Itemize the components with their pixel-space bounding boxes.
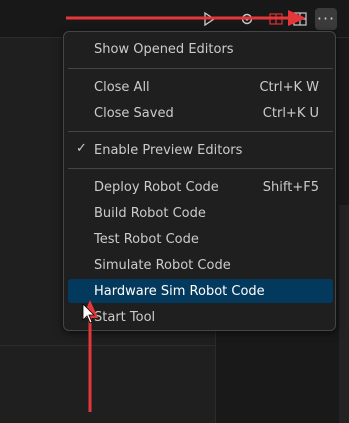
menu-item-label: Show Opened Editors — [94, 41, 234, 57]
scrollbar[interactable] — [339, 205, 349, 423]
menu-item-label: Close Saved — [94, 105, 174, 121]
more-actions-icon[interactable]: ··· — [315, 8, 337, 30]
menu-item-label: Hardware Sim Robot Code — [94, 283, 265, 299]
menu-separator — [68, 131, 333, 132]
menu-item-shortcut: Shift+F5 — [262, 179, 319, 195]
menu-item-close-all[interactable]: Close All Ctrl+K W — [68, 75, 333, 99]
menu-item-label: Test Robot Code — [94, 231, 199, 247]
settings-gear-icon[interactable] — [237, 9, 257, 29]
menu-item-close-saved[interactable]: Close Saved Ctrl+K U — [68, 101, 333, 125]
panel-divider — [0, 345, 215, 346]
split-editor-icon[interactable] — [266, 9, 286, 29]
menu-item-label: Enable Preview Editors — [94, 142, 243, 158]
menu-item-simulate-robot-code[interactable]: Simulate Robot Code — [68, 253, 333, 277]
menu-separator — [68, 168, 333, 169]
menu-item-build-robot-code[interactable]: Build Robot Code — [68, 201, 333, 225]
editor-actions-menu: Show Opened Editors Close All Ctrl+K W C… — [63, 31, 336, 331]
menu-item-label: Deploy Robot Code — [94, 179, 219, 195]
layout-icon[interactable] — [290, 9, 310, 29]
menu-item-deploy-robot-code[interactable]: Deploy Robot Code Shift+F5 — [68, 175, 333, 199]
menu-item-show-opened-editors[interactable]: Show Opened Editors — [68, 37, 333, 61]
menu-item-shortcut: Ctrl+K W — [259, 79, 319, 95]
menu-separator — [68, 68, 333, 69]
menu-item-label: Build Robot Code — [94, 205, 206, 221]
menu-item-label: Simulate Robot Code — [94, 257, 231, 273]
menu-item-start-tool[interactable]: Start Tool — [68, 305, 333, 329]
menu-item-test-robot-code[interactable]: Test Robot Code — [68, 227, 333, 251]
run-icon[interactable] — [199, 9, 219, 29]
menu-item-label: Close All — [94, 79, 150, 95]
menu-item-shortcut: Ctrl+K U — [262, 105, 319, 121]
menu-item-enable-preview-editors[interactable]: ✓ Enable Preview Editors — [68, 138, 333, 162]
menu-item-label: Start Tool — [94, 309, 156, 325]
checkmark-icon: ✓ — [76, 141, 87, 156]
menu-item-hardware-sim-robot-code[interactable]: Hardware Sim Robot Code — [68, 279, 333, 303]
